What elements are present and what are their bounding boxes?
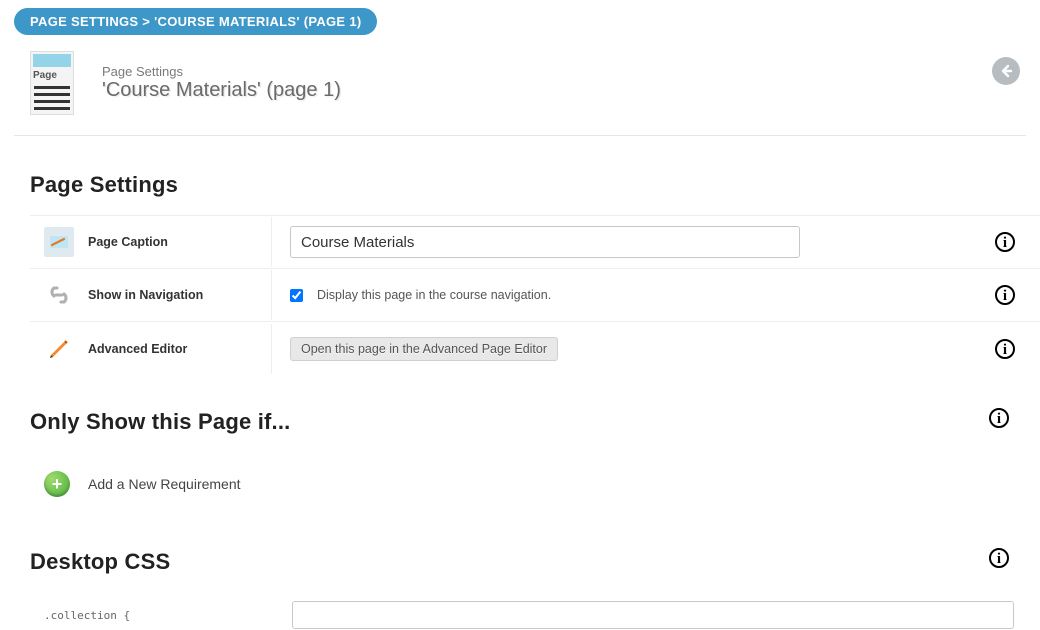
info-icon: i	[994, 284, 1016, 306]
page-thumbnail-icon: Page	[30, 51, 74, 115]
info-button-caption[interactable]: i	[994, 231, 1016, 253]
row-page-caption: Page Caption i	[30, 215, 1040, 269]
info-button-nav[interactable]: i	[994, 284, 1016, 306]
open-advanced-editor-button[interactable]: Open this page in the Advanced Page Edit…	[290, 337, 558, 361]
info-button-css[interactable]: i	[988, 547, 1010, 569]
header-subtitle: Page Settings	[102, 64, 341, 79]
info-icon: i	[994, 338, 1016, 360]
add-requirement-label: Add a New Requirement	[88, 476, 241, 492]
svg-text:i: i	[997, 411, 1001, 427]
page-caption-label: Page Caption	[88, 235, 168, 249]
section-heading-css: Desktop CSS	[30, 549, 1040, 575]
info-icon: i	[994, 231, 1016, 253]
back-button[interactable]	[992, 57, 1020, 85]
section-heading-conditions: Only Show this Page if...	[30, 409, 1040, 435]
arrow-left-icon	[997, 62, 1015, 80]
page-caption-input[interactable]	[290, 226, 800, 258]
page-thumbnail-label: Page	[33, 70, 71, 81]
css-textarea[interactable]	[292, 601, 1014, 629]
page-title: 'Course Materials' (page 1)	[102, 79, 341, 102]
page-caption-icon	[44, 227, 74, 257]
row-advanced-editor: Advanced Editor Open this page in the Ad…	[30, 321, 1040, 375]
section-heading-page-settings: Page Settings	[30, 172, 1040, 198]
css-sample-caption: .collection {	[30, 601, 272, 629]
info-button-conditions[interactable]: i	[988, 407, 1010, 429]
info-icon: i	[988, 407, 1010, 429]
svg-text:i: i	[997, 551, 1001, 567]
svg-text:i: i	[1003, 288, 1007, 304]
info-icon: i	[988, 547, 1010, 569]
breadcrumb-pill[interactable]: PAGE SETTINGS > 'COURSE MATERIALS' (PAGE…	[14, 8, 377, 35]
row-show-navigation: Show in Navigation Display this page in …	[30, 268, 1040, 322]
adv-editor-label: Advanced Editor	[88, 342, 187, 356]
page-header: Page Page Settings 'Course Materials' (p…	[14, 35, 1040, 135]
chain-link-icon	[44, 280, 74, 310]
show-nav-label: Show in Navigation	[88, 288, 203, 302]
pencil-icon	[44, 334, 74, 364]
svg-text:i: i	[1003, 342, 1007, 358]
add-requirement-button[interactable]: + Add a New Requirement	[30, 453, 1040, 515]
show-nav-checkbox[interactable]	[290, 289, 303, 302]
svg-text:i: i	[1003, 235, 1007, 251]
show-nav-text[interactable]: Display this page in the course navigati…	[317, 288, 551, 302]
info-button-adv[interactable]: i	[994, 338, 1016, 360]
plus-circle-icon: +	[44, 471, 70, 497]
